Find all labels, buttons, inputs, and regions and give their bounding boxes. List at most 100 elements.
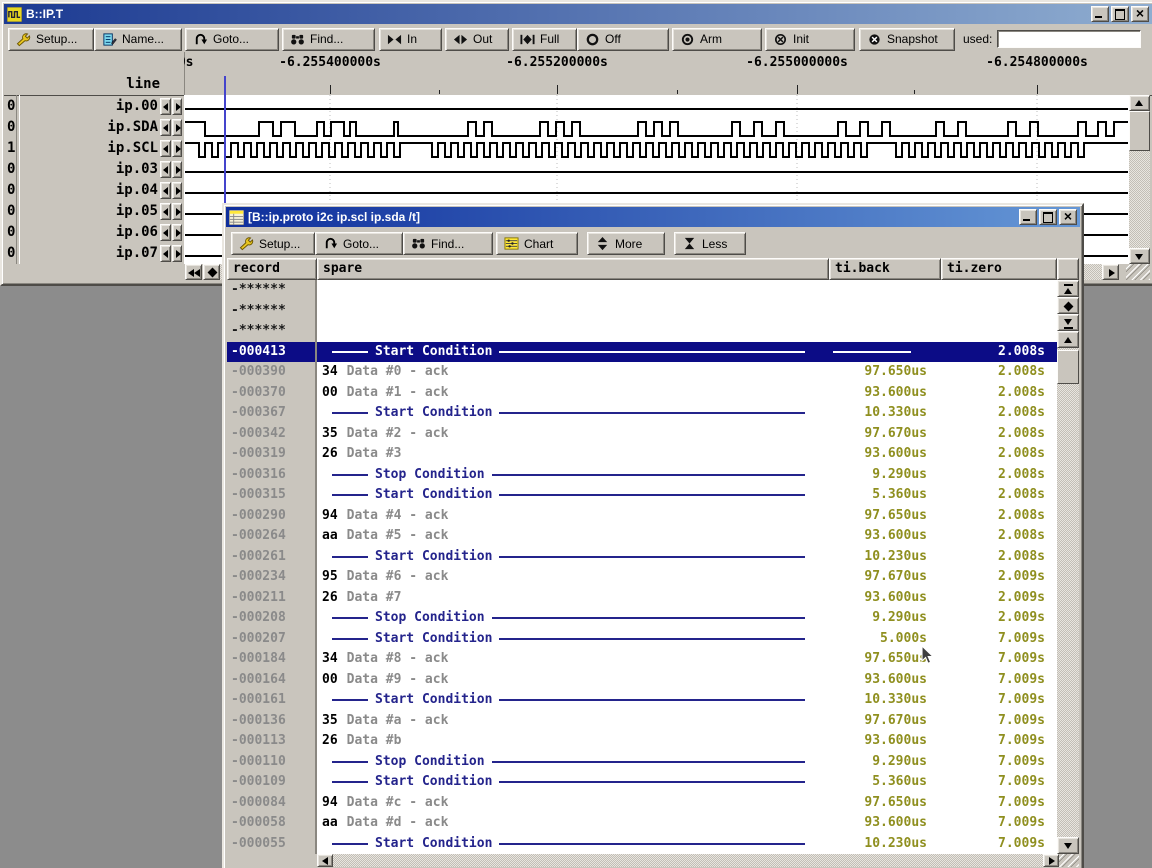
signal-row-ip.06[interactable]: 0ip.06	[4, 221, 184, 242]
table-row[interactable]: -000264aaData #5 - ack93.600us2.008s	[227, 526, 1057, 547]
goto-button[interactable]: Goto...	[315, 232, 403, 255]
goto-ref-button[interactable]	[1057, 297, 1079, 314]
setup-button[interactable]: Setup...	[231, 232, 315, 255]
table-row[interactable]: -00037000Data #1 - ack93.600us2.008s	[227, 383, 1057, 404]
maximize-button[interactable]	[1039, 209, 1057, 225]
table-row[interactable]: -******	[227, 280, 1057, 301]
close-button[interactable]	[1059, 209, 1077, 225]
scroll-up-button[interactable]	[1057, 331, 1079, 348]
table-row[interactable]: -000058aaData #d - ack93.600us7.009s	[227, 813, 1057, 834]
resize-grip[interactable]	[1126, 264, 1150, 280]
table-row[interactable]: -00021126Data #793.600us2.009s	[227, 588, 1057, 609]
table-row[interactable]: -******	[227, 321, 1057, 342]
signal-right-spinner[interactable]	[172, 161, 183, 178]
minimize-button[interactable]	[1019, 209, 1037, 225]
table-row[interactable]: -000161Start Condition10.330us7.009s	[227, 690, 1057, 711]
table-row[interactable]: -000367Start Condition10.330us2.008s	[227, 403, 1057, 424]
resize-grip[interactable]	[1059, 854, 1079, 867]
scroll-thumb[interactable]	[1057, 350, 1079, 384]
used-field[interactable]	[997, 30, 1141, 48]
table-row[interactable]: -000261Start Condition10.230us2.008s	[227, 547, 1057, 568]
table-row[interactable]: -00039034Data #0 - ack97.650us2.008s	[227, 362, 1057, 383]
more-button[interactable]: More	[587, 232, 665, 255]
hscroll-right-button[interactable]	[1102, 264, 1119, 280]
scroll-track[interactable]	[1057, 348, 1079, 837]
find-button[interactable]: Find...	[403, 232, 493, 255]
in-button[interactable]: In	[379, 28, 442, 51]
signal-row-ip.SCL[interactable]: 1ip.SCL	[4, 137, 184, 158]
setup-button[interactable]: Setup...	[8, 28, 94, 51]
trace-window-titlebar[interactable]: B::IP.T	[4, 4, 1152, 24]
signal-left-spinner[interactable]	[160, 245, 171, 262]
goto-begin-button[interactable]	[185, 264, 202, 280]
scroll-track[interactable]	[1129, 111, 1150, 248]
find-button[interactable]: Find...	[282, 28, 375, 51]
table-row[interactable]: -00034235Data #2 - ack97.670us2.008s	[227, 424, 1057, 445]
column-header-ti-zero[interactable]: ti.zero	[941, 258, 1057, 280]
minimize-button[interactable]	[1091, 6, 1109, 22]
column-header-spare[interactable]: spare	[317, 258, 829, 280]
goto-button[interactable]: Goto...	[185, 28, 279, 51]
signal-row-ip.00[interactable]: 0ip.00	[4, 95, 184, 116]
signal-right-spinner[interactable]	[172, 182, 183, 199]
out-button[interactable]: Out	[445, 28, 509, 51]
ruler-scale[interactable]: 00s-6.255400000s-6.255200000s-6.25500000…	[184, 52, 1152, 95]
init-button[interactable]: Init	[765, 28, 855, 51]
signal-right-spinner[interactable]	[172, 98, 183, 115]
close-button[interactable]	[1131, 6, 1149, 22]
chart-button[interactable]: Chart	[496, 232, 578, 255]
signal-left-spinner[interactable]	[160, 161, 171, 178]
table-row[interactable]: -000055Start Condition10.230us7.009s	[227, 834, 1057, 855]
signal-left-spinner[interactable]	[160, 140, 171, 157]
protocol-window-titlebar[interactable]: [B::ip.proto i2c ip.scl ip.sda /t]	[226, 207, 1080, 227]
signal-row-ip.SDA[interactable]: 0ip.SDA	[4, 116, 184, 137]
table-row[interactable]: -00016400Data #9 - ack93.600us7.009s	[227, 670, 1057, 691]
signal-row-ip.05[interactable]: 0ip.05	[4, 200, 184, 221]
hscroll-right-button[interactable]	[1043, 854, 1059, 867]
table-row[interactable]: -00011326Data #b93.600us7.009s	[227, 731, 1057, 752]
maximize-button[interactable]	[1111, 6, 1129, 22]
signal-left-spinner[interactable]	[160, 224, 171, 241]
snapshot-button[interactable]: Snapshot	[859, 28, 955, 51]
scroll-down-button[interactable]	[1057, 837, 1079, 854]
table-row[interactable]: -000109Start Condition5.360us7.009s	[227, 772, 1057, 793]
goto-last-button[interactable]	[1057, 314, 1079, 331]
signal-left-spinner[interactable]	[160, 98, 171, 115]
signal-right-spinner[interactable]	[172, 203, 183, 220]
signal-right-spinner[interactable]	[172, 140, 183, 157]
signal-right-spinner[interactable]	[172, 224, 183, 241]
off-button[interactable]: Off	[577, 28, 669, 51]
scroll-thumb[interactable]	[1129, 111, 1150, 151]
scroll-down-button[interactable]	[1129, 248, 1150, 264]
table-row[interactable]: -00031926Data #393.600us2.008s	[227, 444, 1057, 465]
signal-row-ip.03[interactable]: 0ip.03	[4, 158, 184, 179]
table-row[interactable]: -00013635Data #a - ack97.670us7.009s	[227, 711, 1057, 732]
table-row[interactable]: -000110Stop Condition9.290us7.009s	[227, 752, 1057, 773]
signal-right-spinner[interactable]	[172, 245, 183, 262]
signal-left-spinner[interactable]	[160, 119, 171, 136]
full-button[interactable]: Full	[512, 28, 577, 51]
hscroll-left-button[interactable]	[317, 854, 333, 867]
table-row[interactable]: -00008494Data #c - ack97.650us7.009s	[227, 793, 1057, 814]
table-row[interactable]: -******	[227, 301, 1057, 322]
less-button[interactable]: Less	[674, 232, 746, 255]
signal-left-spinner[interactable]	[160, 203, 171, 220]
table-row[interactable]: -000316Stop Condition9.290us2.008s	[227, 465, 1057, 486]
name-button[interactable]: Name...	[94, 28, 182, 51]
goto-ref-button[interactable]	[203, 264, 220, 280]
goto-first-button[interactable]	[1057, 280, 1079, 297]
hscroll-track[interactable]	[333, 854, 1043, 867]
arm-button[interactable]: Arm	[672, 28, 762, 51]
table-row[interactable]: -00029094Data #4 - ack97.650us2.008s	[227, 506, 1057, 527]
signal-row-ip.04[interactable]: 0ip.04	[4, 179, 184, 200]
signal-left-spinner[interactable]	[160, 182, 171, 199]
table-row[interactable]: -000315Start Condition5.360us2.008s	[227, 485, 1057, 506]
table-row[interactable]: -000413Start Condition2.008s	[227, 342, 1057, 363]
column-header-ti-back[interactable]: ti.back	[829, 258, 941, 280]
scroll-up-button[interactable]	[1129, 95, 1150, 111]
table-row[interactable]: -00023495Data #6 - ack97.670us2.009s	[227, 567, 1057, 588]
table-row[interactable]: -000208Stop Condition9.290us2.009s	[227, 608, 1057, 629]
column-header-record[interactable]: record	[227, 258, 317, 280]
signal-right-spinner[interactable]	[172, 119, 183, 136]
signal-row-ip.07[interactable]: 0ip.07	[4, 242, 184, 263]
